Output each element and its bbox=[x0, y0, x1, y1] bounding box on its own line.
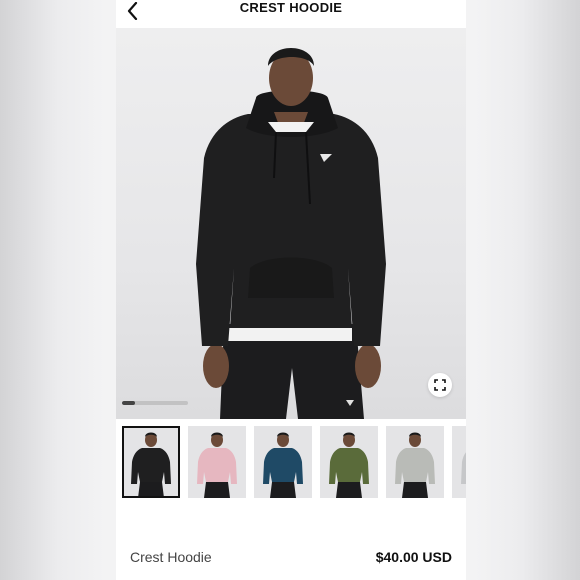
thumbnail-pink[interactable] bbox=[188, 426, 246, 498]
thumbnail-model-icon bbox=[131, 432, 171, 498]
product-info: Crest Hoodie $40.00 USD bbox=[130, 549, 452, 565]
page-title: CREST HOODIE bbox=[239, 0, 343, 15]
thumbnail-light-grey[interactable] bbox=[452, 426, 466, 498]
expand-button[interactable] bbox=[428, 373, 452, 397]
back-button[interactable] bbox=[120, 0, 146, 24]
thumbnail-grey[interactable] bbox=[386, 426, 444, 498]
thumbnail-blue[interactable] bbox=[254, 426, 312, 498]
gallery-progress bbox=[122, 401, 188, 405]
thumbnail-model-icon bbox=[329, 432, 369, 498]
thumbnail-black[interactable] bbox=[122, 426, 180, 498]
phone-screen: CREST HOODIE Crest Hoodie $40.00 USD bbox=[116, 0, 466, 580]
thumbnail-model-icon bbox=[197, 432, 237, 498]
thumbnail-strip bbox=[122, 426, 466, 498]
gallery-progress-fill bbox=[122, 401, 136, 405]
product-image[interactable] bbox=[116, 28, 466, 419]
product-price: $40.00 USD bbox=[375, 549, 452, 565]
thumbnail-model-icon bbox=[263, 432, 303, 498]
thumbnail-green[interactable] bbox=[320, 426, 378, 498]
model-illustration bbox=[196, 48, 386, 419]
thumbnail-model-icon bbox=[395, 432, 435, 498]
thumbnail-model-icon bbox=[461, 452, 466, 484]
top-bar: CREST HOODIE bbox=[116, 0, 466, 28]
chevron-left-icon bbox=[127, 2, 138, 20]
product-name: Crest Hoodie bbox=[130, 549, 212, 565]
fullscreen-icon bbox=[434, 379, 446, 391]
